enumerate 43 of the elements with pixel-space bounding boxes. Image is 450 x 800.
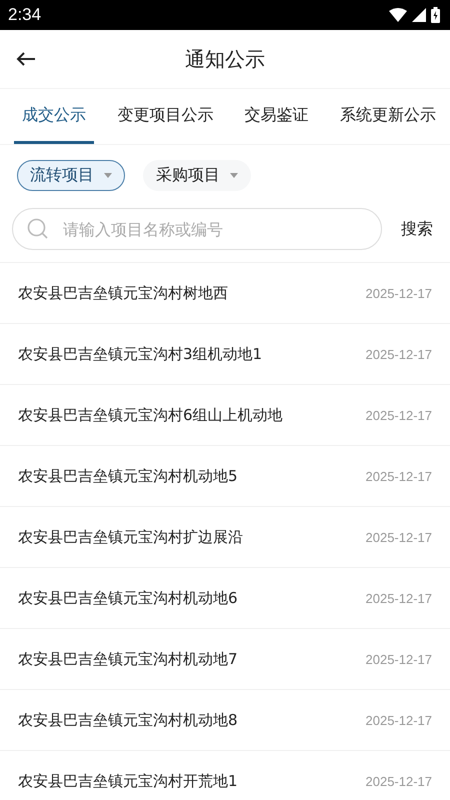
item-title: 农安县巴吉垒镇元宝沟村树地西 <box>18 284 228 302</box>
item-title: 农安县巴吉垒镇元宝沟村开荒地1 <box>18 772 238 790</box>
list-item[interactable]: 农安县巴吉垒镇元宝沟村机动地8 2025-12-17 <box>0 690 450 751</box>
filter-dropdown[interactable]: 流转项目 <box>17 160 125 191</box>
page-title: 通知公示 <box>185 46 265 72</box>
search-icon <box>27 218 49 240</box>
item-date: 2025-12-17 <box>366 590 432 606</box>
list-item[interactable]: 农安县巴吉垒镇元宝沟村3组机动地1 2025-12-17 <box>0 324 450 385</box>
item-title: 农安县巴吉垒镇元宝沟村6组山上机动地 <box>18 406 283 424</box>
item-title: 农安县巴吉垒镇元宝沟村扩边展沿 <box>18 528 243 546</box>
battery-icon <box>431 7 440 23</box>
list-item[interactable]: 农安县巴吉垒镇元宝沟村机动地6 2025-12-17 <box>0 568 450 629</box>
item-date: 2025-12-17 <box>366 468 432 484</box>
item-date: 2025-12-17 <box>366 652 432 666</box>
tab[interactable]: 交易鉴证 <box>236 89 317 144</box>
item-date: 2025-12-17 <box>366 712 432 728</box>
tab[interactable]: 变更项目公示 <box>109 89 222 144</box>
item-date: 2025-12-17 <box>366 346 432 362</box>
tab[interactable]: 系统更新公示 <box>332 89 444 144</box>
item-date: 2025-12-17 <box>366 774 432 788</box>
list-item[interactable]: 农安县巴吉垒镇元宝沟村机动地5 2025-12-17 <box>0 446 450 507</box>
search-field[interactable]: 请输入项目名称或编号 <box>12 208 382 250</box>
caret-icon <box>230 173 238 178</box>
tab[interactable]: 成交公示 <box>14 89 94 144</box>
item-title: 农安县巴吉垒镇元宝沟村机动地7 <box>18 650 238 668</box>
signal-icon <box>412 8 426 22</box>
item-title: 农安县巴吉垒镇元宝沟村3组机动地1 <box>18 344 262 364</box>
item-date: 2025-12-17 <box>366 408 432 422</box>
list-item[interactable]: 农安县巴吉垒镇元宝沟村机动地7 2025-12-17 <box>0 629 450 690</box>
wifi-icon <box>389 8 407 22</box>
list-item[interactable]: 农安县巴吉垒镇元宝沟村扩边展沿 2025-12-17 <box>0 507 450 568</box>
list-item[interactable]: 农安县巴吉垒镇元宝沟村开荒地1 2025-12-17 <box>0 751 450 800</box>
item-date: 2025-12-17 <box>366 530 432 544</box>
search-button[interactable]: 搜索 <box>396 218 438 240</box>
status-time: 2:34 <box>8 5 42 25</box>
filter-dropdown[interactable]: 采购项目 <box>143 160 251 191</box>
item-title: 农安县巴吉垒镇元宝沟村机动地8 <box>18 710 238 730</box>
caret-icon <box>104 173 112 178</box>
item-date: 2025-12-17 <box>366 286 432 300</box>
item-title: 农安县巴吉垒镇元宝沟村机动地5 <box>18 466 238 486</box>
list-item[interactable]: 农安县巴吉垒镇元宝沟村6组山上机动地 2025-12-17 <box>0 385 450 446</box>
item-title: 农安县巴吉垒镇元宝沟村机动地6 <box>18 588 238 608</box>
list-item[interactable]: 农安县巴吉垒镇元宝沟村树地西 2025-12-17 <box>0 263 450 324</box>
